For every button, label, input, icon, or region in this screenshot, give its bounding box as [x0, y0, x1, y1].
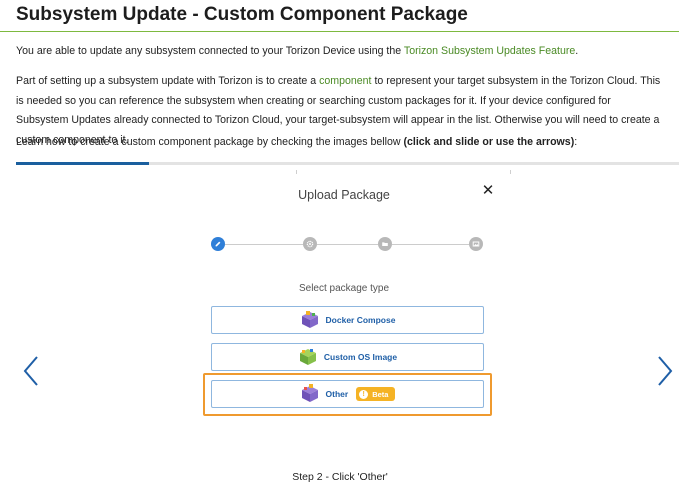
gear-icon	[303, 237, 317, 251]
carousel-next-arrow-icon[interactable]	[656, 355, 674, 387]
cube-purple-icon	[301, 311, 318, 328]
stepper-line	[392, 244, 469, 245]
stepper-line	[317, 244, 378, 245]
instructions-paragraph: Learn how to create a custom component p…	[16, 136, 578, 148]
close-icon[interactable]: ✕	[480, 183, 496, 199]
folder-icon	[378, 237, 392, 251]
subsystem-updates-link[interactable]: Torizon Subsystem Updates Feature	[404, 45, 575, 57]
carousel-tick	[296, 170, 297, 174]
custom-os-image-button[interactable]: Custom OS Image	[211, 343, 484, 371]
cube-green-icon	[299, 349, 316, 365]
carousel-prev-arrow-icon[interactable]	[22, 355, 40, 387]
carousel-caption: Step 2 - Click 'Other'	[292, 471, 388, 483]
docker-compose-label: Docker Compose	[325, 315, 396, 325]
other-option-highlight	[203, 373, 492, 416]
carousel-progress-active[interactable]	[16, 162, 149, 165]
stepper-line	[225, 244, 303, 245]
image-icon	[469, 237, 483, 251]
modal-title: Upload Package	[298, 188, 390, 202]
intro-paragraph: You are able to update any subsystem con…	[16, 45, 579, 57]
carousel-tick	[510, 170, 511, 174]
select-package-type-label: Select package type	[298, 283, 390, 294]
pencil-icon	[211, 237, 225, 251]
custom-os-image-label: Custom OS Image	[323, 352, 398, 362]
docker-compose-button[interactable]: Docker Compose	[211, 306, 484, 334]
component-link[interactable]: component	[319, 75, 371, 87]
page-title: Subsystem Update - Custom Component Pack…	[16, 4, 468, 25]
title-divider	[0, 31, 679, 32]
